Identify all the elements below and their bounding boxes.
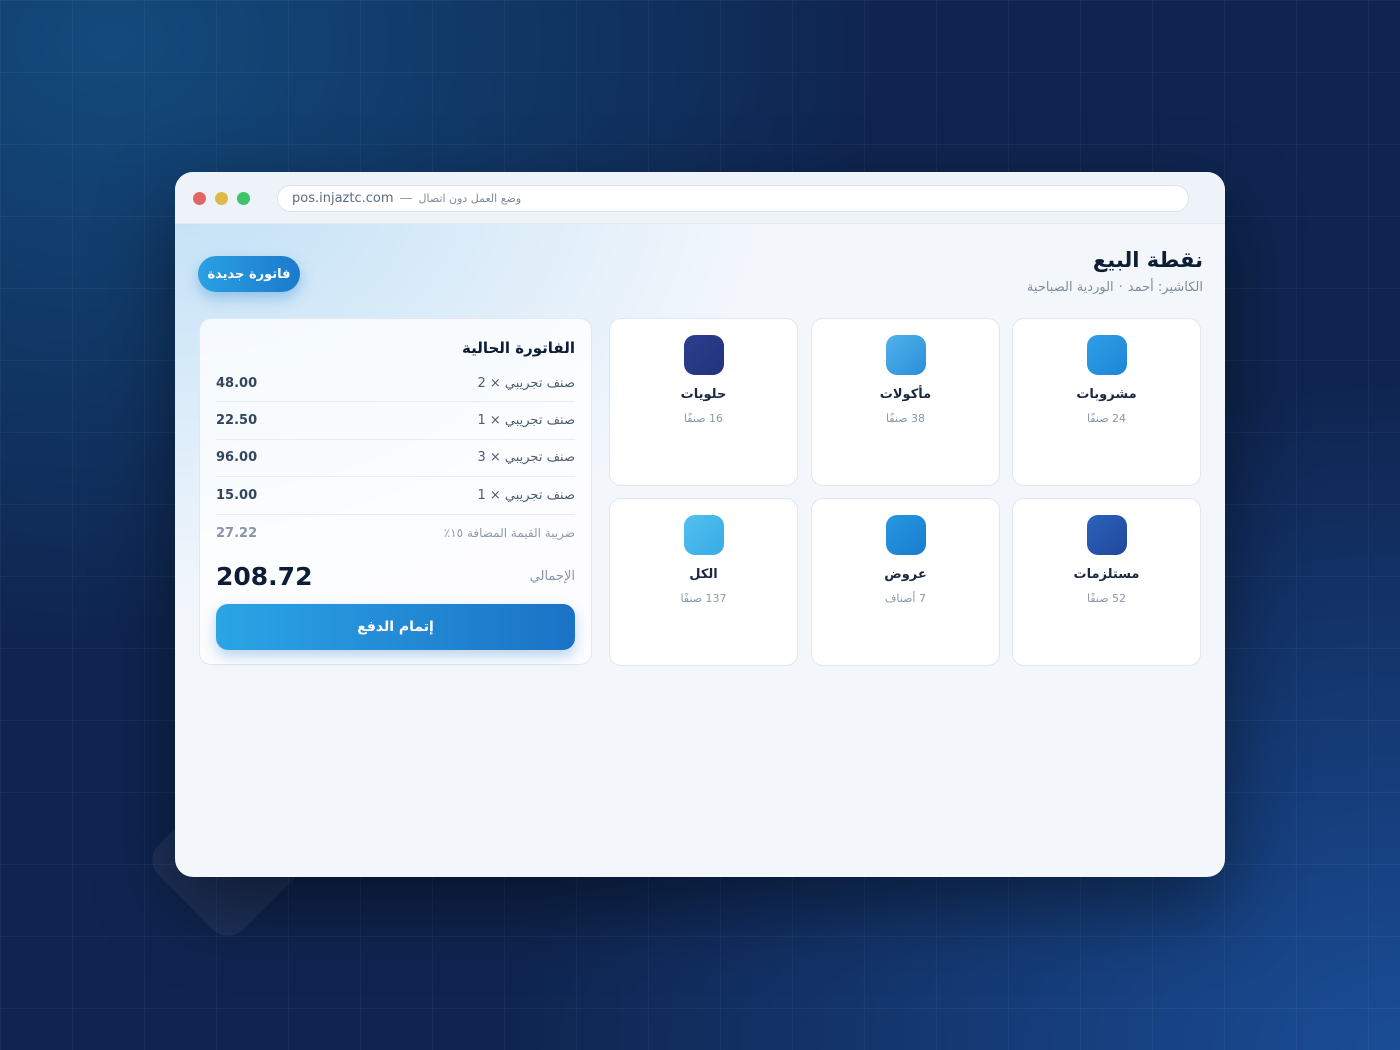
- item-label: صنف تجريبي × 2: [477, 375, 575, 391]
- invoice-row[interactable]: 96.00 صنف تجريبي × 3: [216, 440, 575, 478]
- supplies-icon: [1086, 515, 1127, 555]
- category-count: 24 صنفًا: [1086, 412, 1127, 425]
- category-count: 7 أصناف: [885, 592, 926, 605]
- desserts-icon: [683, 335, 724, 375]
- page-title: نقطة البيع: [1092, 248, 1203, 272]
- total-label: الإجمالي: [529, 569, 575, 585]
- close-window-button[interactable]: [193, 192, 206, 205]
- minimize-window-button[interactable]: [215, 192, 228, 205]
- item-amount: 22.50: [216, 413, 258, 429]
- cashier-info: الكاشير: أحمد · الوردية الصباحية: [1027, 280, 1203, 295]
- maximize-window-button[interactable]: [237, 192, 250, 205]
- tax-row: 27.22 ضريبة القيمة المضافة ١٥٪: [216, 515, 575, 552]
- cashier-name: الكاشير: أحمد: [1127, 280, 1203, 295]
- info-separator: ·: [1118, 280, 1123, 295]
- invoice-items: 48.00 صنف تجريبي × 2 22.50 صنف تجريبي × …: [216, 365, 575, 552]
- category-card-food[interactable]: مأكولات 38 صنفًا: [811, 318, 1000, 486]
- url-domain: pos.injaztc.com: [292, 191, 394, 206]
- shift-name: الوردية الصباحية: [1026, 280, 1114, 295]
- category-count: 137 صنفًا: [680, 592, 727, 605]
- food-icon: [885, 335, 926, 375]
- category-name: حلويات: [680, 387, 727, 402]
- tax-amount: 27.22: [216, 525, 258, 541]
- category-count: 16 صنفًا: [683, 412, 724, 425]
- category-grid: مشروبات 24 صنفًا مأكولات 38 صنفًا حلويات…: [609, 318, 1201, 666]
- category-name: عروض: [884, 567, 927, 582]
- item-label: صنف تجريبي × 3: [477, 450, 575, 466]
- complete-payment-button[interactable]: إتمام الدفع: [216, 603, 575, 650]
- category-name: مشروبات: [1076, 387, 1137, 402]
- invoice-title: الفاتورة الحالية: [461, 339, 575, 357]
- browser-titlebar: pos.injaztc.com — وضع العمل دون اتصال: [175, 172, 1225, 224]
- item-amount: 48.00: [216, 375, 258, 391]
- beverages-icon: [1086, 335, 1127, 375]
- invoice-row[interactable]: 48.00 صنف تجريبي × 2: [216, 365, 575, 403]
- address-bar[interactable]: pos.injaztc.com — وضع العمل دون اتصال: [277, 185, 1189, 212]
- invoice-total: 208.72 الإجمالي: [216, 558, 575, 596]
- category-card-desserts[interactable]: حلويات 16 صنفًا: [609, 318, 798, 486]
- browser-window: pos.injaztc.com — وضع العمل دون اتصال نق…: [175, 172, 1225, 877]
- category-card-all[interactable]: الكل 137 صنفًا: [609, 498, 798, 666]
- tax-label: ضريبة القيمة المضافة ١٥٪: [443, 526, 575, 541]
- category-card-offers[interactable]: عروض 7 أصناف: [811, 498, 1000, 666]
- item-label: صنف تجريبي × 1: [477, 413, 575, 429]
- url-separator: —: [399, 191, 413, 206]
- category-count: 52 صنفًا: [1086, 592, 1127, 605]
- invoice-row[interactable]: 15.00 صنف تجريبي × 1: [216, 477, 575, 515]
- current-invoice-panel: الفاتورة الحالية 48.00 صنف تجريبي × 2 22…: [199, 318, 592, 665]
- item-label: صنف تجريبي × 1: [477, 487, 575, 503]
- category-card-supplies[interactable]: مستلزمات 52 صنفًا: [1012, 498, 1201, 666]
- category-card-beverages[interactable]: مشروبات 24 صنفًا: [1012, 318, 1201, 486]
- category-name: مستلزمات: [1073, 567, 1140, 582]
- category-name: الكل: [689, 567, 718, 582]
- offers-icon: [885, 515, 926, 555]
- item-amount: 96.00: [216, 450, 258, 466]
- category-count: 38 صنفًا: [885, 412, 926, 425]
- category-name: مأكولات: [879, 387, 932, 402]
- item-amount: 15.00: [216, 487, 258, 503]
- all-icon: [683, 515, 724, 555]
- total-value: 208.72: [216, 562, 313, 592]
- invoice-row[interactable]: 22.50 صنف تجريبي × 1: [216, 402, 575, 440]
- new-invoice-button[interactable]: فاتورة جديدة: [198, 256, 300, 292]
- offline-mode-label: وضع العمل دون اتصال: [418, 192, 522, 205]
